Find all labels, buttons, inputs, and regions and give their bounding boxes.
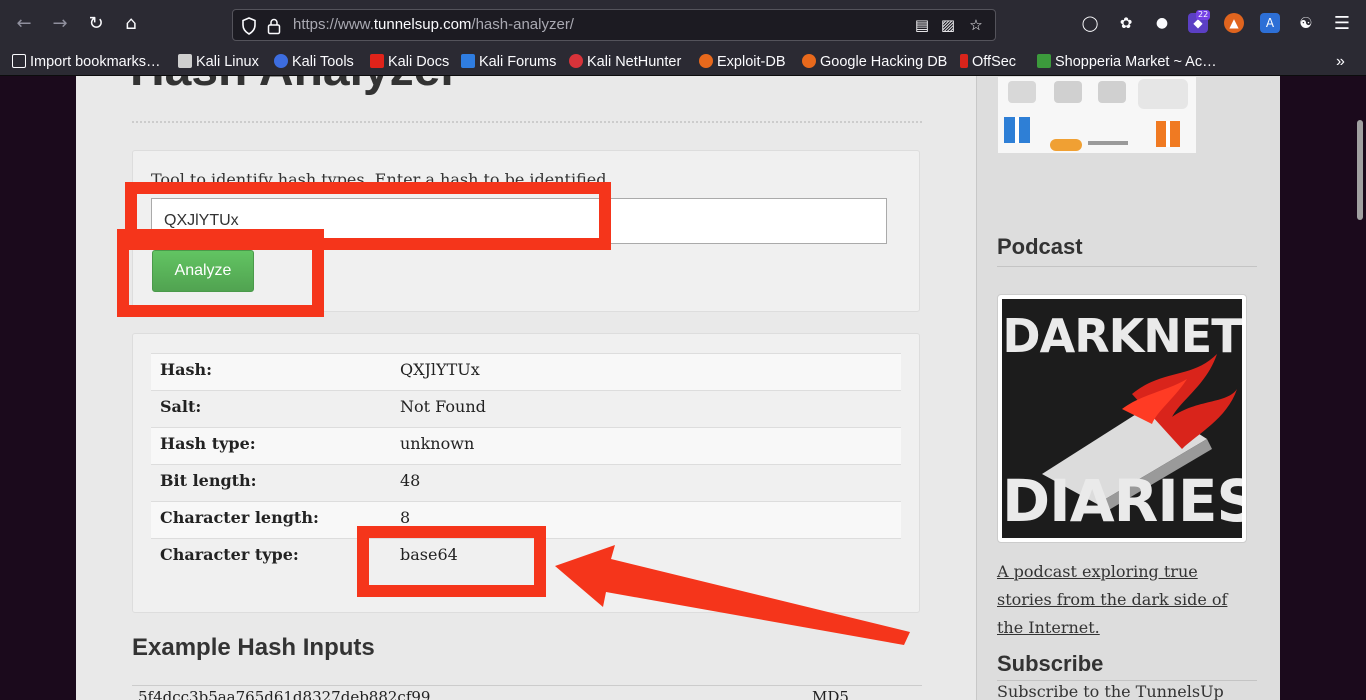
annotation-arrow-icon bbox=[555, 545, 910, 645]
